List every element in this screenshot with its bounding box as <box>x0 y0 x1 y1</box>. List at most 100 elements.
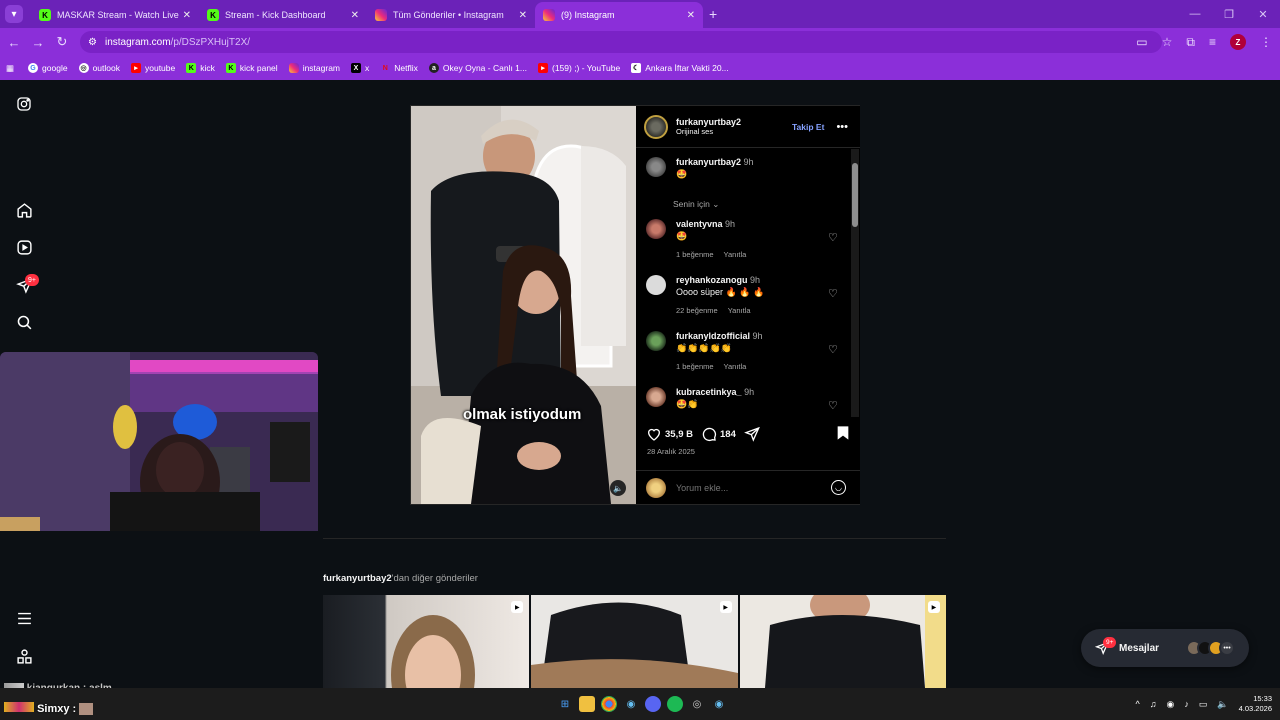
bookmark-instagram[interactable]: instagram <box>288 63 340 73</box>
bookmark-iftar[interactable]: ☾ Ankara İftar Vakti 20... <box>631 63 729 73</box>
bookmark-netflix[interactable]: N Netflix <box>380 63 418 73</box>
scrollbar-thumb[interactable] <box>852 163 858 227</box>
close-icon[interactable]: ✕ <box>183 10 191 21</box>
chrome-icon[interactable] <box>601 696 617 712</box>
window-close-button[interactable]: ✕ <box>1246 8 1280 21</box>
browser-tab-3[interactable]: Tüm Gönderiler • Instagram ✕ <box>367 2 535 28</box>
comment-username[interactable]: furkanyurtbay2 <box>676 157 741 167</box>
bookmark-okey[interactable]: a Okey Oyna - Canlı 1... <box>428 63 527 73</box>
bookmark-x[interactable]: Xx <box>351 63 369 73</box>
netflix-icon: N <box>382 64 388 72</box>
bookmark-star-icon[interactable]: ☆ <box>1162 35 1173 49</box>
like-button[interactable]: 35,9 B <box>646 426 693 442</box>
spotify-icon[interactable] <box>667 696 683 712</box>
post-thumbnail[interactable]: ▶ <box>323 595 530 688</box>
more-options-icon[interactable]: ••• <box>836 121 848 133</box>
comments-scrollbar[interactable] <box>851 149 859 417</box>
like-comment-icon[interactable]: ♡ <box>828 231 838 244</box>
messages-button[interactable]: 9+ Mesajlar ••• <box>1081 629 1249 667</box>
file-explorer-icon[interactable] <box>579 696 595 712</box>
save-button[interactable] <box>836 425 850 444</box>
avatar[interactable] <box>646 219 666 239</box>
close-icon[interactable]: ✕ <box>519 10 527 21</box>
audio-label[interactable]: Orijinal ses <box>676 127 792 136</box>
home-icon[interactable] <box>14 200 34 220</box>
bookmark-outlook[interactable]: ◎ outlook <box>78 63 120 73</box>
comment-input[interactable] <box>676 482 816 493</box>
follow-button[interactable]: Takip Et <box>792 122 824 132</box>
comment-username[interactable]: valentyvna <box>676 219 723 229</box>
browser-menu-icon[interactable]: ⋮ <box>1260 35 1272 49</box>
emoji-icon[interactable]: ◡ <box>831 480 846 495</box>
post-thumbnail[interactable]: ▶ <box>531 595 738 688</box>
comment-likes[interactable]: 1 beğenme <box>676 362 714 371</box>
media-controls-icon[interactable]: ≡ <box>1209 35 1216 49</box>
comment-username[interactable]: furkanyldzofficial <box>676 331 750 341</box>
comment-likes[interactable]: 22 beğenme <box>676 306 718 315</box>
reload-button[interactable]: ↻ <box>50 34 74 50</box>
sort-dropdown[interactable]: Senin için ⌄ <box>673 199 719 210</box>
avatar[interactable] <box>646 275 666 295</box>
post-thumbnail[interactable]: ▶ <box>739 595 946 688</box>
profile-avatar[interactable]: Z <box>1230 34 1246 50</box>
comment-likes[interactable]: 1 beğenme <box>676 250 714 259</box>
bookmark-kick[interactable]: Kkick <box>186 63 215 73</box>
like-comment-icon[interactable]: ♡ <box>828 287 838 300</box>
bookmark-youtube[interactable]: ▸ youtube <box>130 63 175 73</box>
extensions-icon[interactable]: ⧉ <box>1186 35 1195 50</box>
bookmark-google[interactable]: Ggoogle <box>28 63 68 73</box>
avatar[interactable] <box>646 387 666 407</box>
mute-icon[interactable]: 🔈 <box>610 480 626 496</box>
bookmark-kick-panel[interactable]: Kkick panel <box>225 63 278 73</box>
avatar[interactable] <box>646 331 666 351</box>
comment-username[interactable]: kubracetinkya_ <box>676 387 742 397</box>
address-bar[interactable]: ⚙ instagram.com/p/DSzPXHujT2X/ <box>80 31 1162 53</box>
app-icon[interactable]: ◎ <box>689 696 705 712</box>
discord-icon[interactable] <box>645 696 661 712</box>
back-button[interactable]: ← <box>2 35 26 50</box>
bookmark-youtube-2[interactable]: ▸ (159) ;) - YouTube <box>537 63 620 73</box>
more-posts-username[interactable]: furkanyurtbay2 <box>323 573 392 584</box>
like-comment-icon[interactable]: ♡ <box>828 343 838 356</box>
avatar[interactable] <box>646 157 666 177</box>
browser-tab-4-active[interactable]: (9) Instagram ✕ <box>535 2 703 28</box>
browser-tab-1[interactable]: K MASKAR Stream - Watch Live o ✕ <box>31 2 199 28</box>
steam-icon[interactable]: ◉ <box>623 696 639 712</box>
comment-count: 184 <box>720 428 736 440</box>
also-from-meta-icon[interactable] <box>14 646 34 666</box>
steam-tray-icon[interactable]: ◉ <box>1167 699 1175 710</box>
tray-chevron-icon[interactable]: ^ <box>1136 699 1140 709</box>
author-username[interactable]: furkanyurtbay2 <box>676 117 792 127</box>
display-icon[interactable]: ▭ <box>1199 699 1208 710</box>
reply-button[interactable]: Yanıtla <box>724 250 747 259</box>
minimize-button[interactable]: — <box>1178 8 1212 20</box>
cast-icon[interactable]: ▭ <box>1136 35 1147 49</box>
author-avatar[interactable] <box>644 114 668 139</box>
reel-video[interactable]: olmak istiyodum 🔈 <box>411 106 636 504</box>
volume-icon[interactable]: 🔈 <box>1217 699 1228 710</box>
browser-tab-2[interactable]: K Stream - Kick Dashboard ✕ <box>199 2 367 28</box>
close-icon[interactable]: ✕ <box>687 10 695 21</box>
comment-username[interactable]: reyhankozanogu <box>676 275 748 285</box>
share-button[interactable] <box>743 426 763 442</box>
microphone-icon[interactable]: ♪ <box>1184 699 1189 709</box>
windows-start-icon[interactable]: ⊞ <box>557 696 573 712</box>
like-comment-icon[interactable]: ♡ <box>828 399 838 412</box>
site-info-icon[interactable]: ⚙ <box>88 37 97 48</box>
new-tab-button[interactable]: + <box>709 6 717 22</box>
comment-button[interactable]: 184 <box>701 426 736 442</box>
reply-button[interactable]: Yanıtla <box>724 362 747 371</box>
maximize-button[interactable]: ❐ <box>1212 8 1246 21</box>
headset-icon[interactable]: ♫ <box>1150 699 1157 709</box>
forward-button[interactable]: → <box>26 35 50 50</box>
tab-search-button[interactable]: ▾ <box>5 5 23 23</box>
reply-button[interactable]: Yanıtla <box>728 306 751 315</box>
more-menu-icon[interactable] <box>14 608 34 628</box>
close-icon[interactable]: ✕ <box>351 10 359 21</box>
apps-grid-icon[interactable]: ▦ <box>6 63 14 74</box>
steam-icon[interactable]: ◉ <box>711 696 727 712</box>
instagram-logo-icon[interactable] <box>14 94 34 114</box>
clock[interactable]: 15:33 4.03.2026 <box>1239 694 1272 714</box>
search-icon[interactable] <box>14 312 34 332</box>
reels-icon[interactable] <box>14 237 34 257</box>
